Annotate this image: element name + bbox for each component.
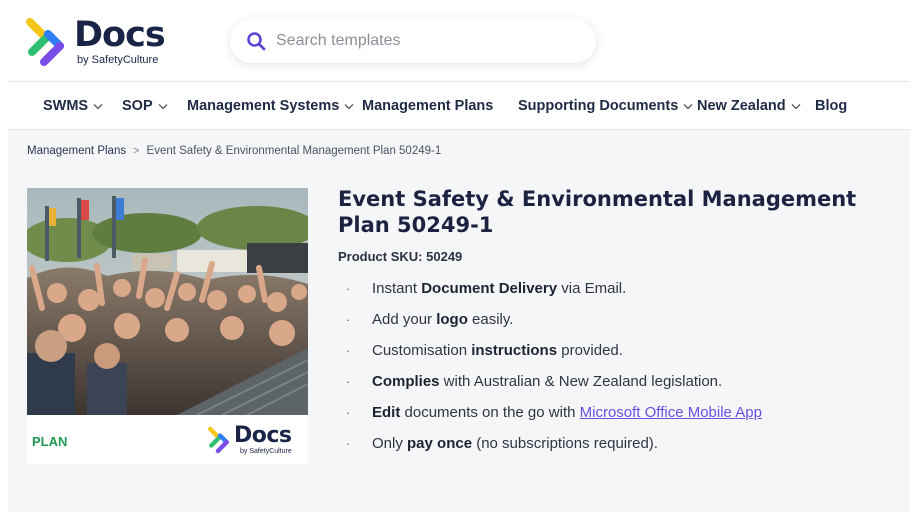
product-section: Management Plans > Event Safety & Enviro… [8,130,910,512]
product-image [27,188,308,415]
search-input[interactable] [276,32,576,50]
chevron-down-icon [93,104,103,110]
feature-item: · Complies with Australian & New Zealand… [346,373,723,390]
nav-item-label: SWMS [43,98,89,114]
logo-tagline: by SafetyCulture [77,54,159,66]
chevron-down-icon [344,104,354,110]
plan-badge: PLAN [32,434,68,449]
search-icon[interactable] [246,31,266,51]
sku-value: 50249 [426,249,463,264]
nav-item-sop[interactable]: SOP [122,82,168,130]
product-card[interactable]: PLAN Docs by SafetyCulture [27,188,308,464]
sku-label: Product SKU: [338,249,423,264]
bullet-icon: · [346,436,351,451]
breadcrumb: Management Plans > Event Safety & Enviro… [27,145,441,157]
site-header: Docs by SafetyCulture [0,0,917,80]
product-card-footer: PLAN Docs by SafetyCulture [27,415,308,464]
nav-item-label: Blog [815,98,848,114]
logo-wordmark: Docs [74,15,166,55]
chevron-down-icon [683,104,693,110]
feature-list: · Instant Document Delivery via Email. ·… [346,273,906,459]
feature-item: · Edit documents on the go with Microsof… [346,404,762,421]
breadcrumb-link-management-plans[interactable]: Management Plans [27,145,126,157]
festival-crowd-image [27,188,308,415]
card-docs-logo: Docs by SafetyCulture [208,425,292,455]
nav-item-label: Management Plans [362,98,494,114]
chevron-down-icon [158,104,168,110]
nav-item-management-plans[interactable]: Management Plans [362,82,493,130]
breadcrumb-current: Event Safety & Environmental Management … [146,145,442,157]
main-nav: SWMS SOP Management Systems Management P… [8,81,910,130]
nav-item-swms[interactable]: SWMS [43,82,103,130]
feature-item: · Instant Document Delivery via Email. [346,280,627,297]
bullet-icon: · [346,374,351,389]
docs-logo[interactable]: Docs by SafetyCulture [26,14,196,70]
bullet-icon: · [346,405,351,420]
docs-logo-mark-icon [208,426,229,454]
search-bar[interactable] [230,19,596,63]
feature-item: · Add your logo easily. [346,311,514,328]
product-sku: Product SKU: 50249 [338,249,462,264]
nav-item-label: SOP [122,98,153,114]
card-logo-tagline: by SafetyCulture [240,448,292,455]
bullet-icon: · [346,281,351,296]
card-logo-wordmark: Docs [234,423,292,448]
chevron-down-icon [791,104,801,110]
feature-item: · Customisation instructions provided. [346,342,623,359]
nav-item-management-systems[interactable]: Management Systems [187,82,354,130]
nav-item-new-zealand[interactable]: New Zealand [697,82,801,130]
microsoft-office-mobile-app-link[interactable]: Microsoft Office Mobile App [580,404,762,421]
bullet-icon: · [346,343,351,358]
nav-item-label: New Zealand [697,98,786,114]
feature-item: · Only pay once (no subscriptions requir… [346,435,658,452]
breadcrumb-separator: > [133,145,140,157]
nav-item-label: Supporting Documents [518,98,679,114]
product-title: Event Safety & Environmental Management … [338,187,857,237]
docs-logo-mark-icon [26,18,64,66]
bullet-icon: · [346,312,351,327]
nav-item-supporting-documents[interactable]: Supporting Documents [518,82,693,130]
nav-item-blog[interactable]: Blog [815,82,847,130]
nav-item-label: Management Systems [187,98,340,114]
